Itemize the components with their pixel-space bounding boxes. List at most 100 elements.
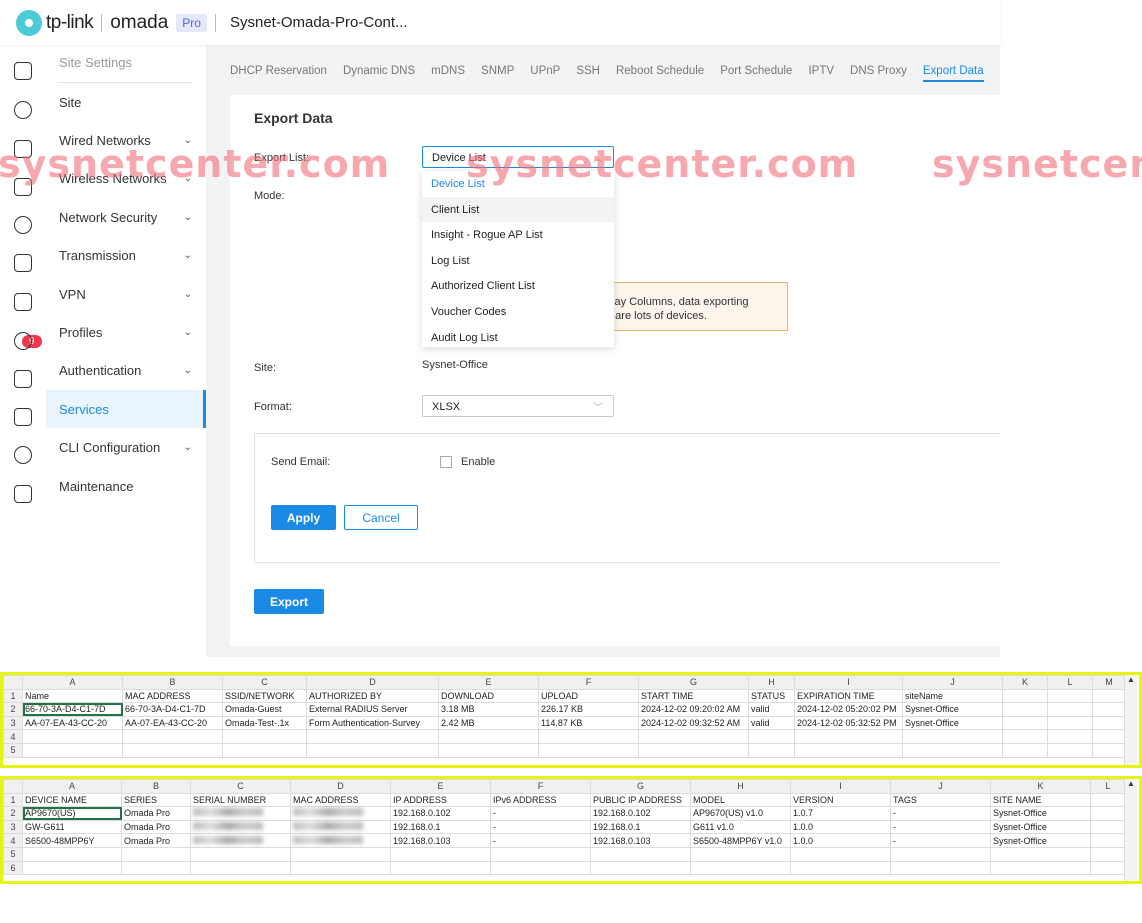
- cell[interactable]: [1090, 792, 1126, 808]
- tab[interactable]: mDNS: [431, 65, 465, 82]
- cell[interactable]: [690, 860, 791, 876]
- cell[interactable]: 114.87 KB: [538, 715, 639, 731]
- cell[interactable]: Sysnet-Office: [990, 833, 1091, 848]
- cell[interactable]: Omada Pro: [121, 833, 191, 848]
- cell[interactable]: [1090, 860, 1126, 876]
- devices-icon[interactable]: [14, 178, 32, 196]
- cell[interactable]: [1092, 688, 1126, 704]
- column-header[interactable]: A: [22, 675, 123, 690]
- statistics-icon[interactable]: [14, 101, 32, 119]
- tab[interactable]: UPnP: [530, 65, 560, 82]
- cell[interactable]: [1002, 729, 1048, 744]
- select-all-corner[interactable]: [3, 675, 23, 690]
- row-number[interactable]: 1: [3, 792, 23, 808]
- dropdown-option[interactable]: Log List: [422, 248, 614, 274]
- row-number[interactable]: 2: [3, 702, 23, 717]
- cell[interactable]: [748, 742, 795, 758]
- cell[interactable]: SERIES: [121, 792, 191, 808]
- cell[interactable]: 66-70-3A-D4-C1-7D: [22, 702, 123, 717]
- cell[interactable]: UPLOAD: [538, 688, 639, 704]
- export-button[interactable]: Export: [254, 589, 324, 614]
- cell[interactable]: [902, 729, 1003, 744]
- tab[interactable]: Export Data: [922, 65, 984, 82]
- cell[interactable]: [306, 729, 439, 744]
- cell[interactable]: 2024-12-02 05:20:02 PM: [794, 702, 903, 717]
- cell[interactable]: [1092, 715, 1126, 731]
- column-header[interactable]: C: [190, 779, 291, 794]
- column-header[interactable]: D: [290, 779, 391, 794]
- cell[interactable]: 226.17 KB: [538, 702, 639, 717]
- cell[interactable]: [794, 729, 903, 744]
- cell[interactable]: [390, 846, 491, 862]
- cell[interactable]: [121, 846, 191, 862]
- logs-icon[interactable]: [14, 293, 32, 311]
- cell[interactable]: 192.168.0.103: [590, 833, 691, 848]
- tab[interactable]: DHCP Reservation: [230, 65, 327, 82]
- cell[interactable]: [1090, 846, 1126, 862]
- reports-icon[interactable]: [14, 332, 32, 350]
- column-header[interactable]: D: [306, 675, 439, 690]
- cell[interactable]: [306, 742, 439, 758]
- cell[interactable]: 192.168.0.102: [390, 806, 491, 821]
- cell[interactable]: [538, 729, 639, 744]
- cell[interactable]: External RADIUS Server: [306, 702, 439, 717]
- cell[interactable]: -: [490, 833, 591, 848]
- cell[interactable]: Name: [22, 688, 123, 704]
- cell[interactable]: EXPIRATION TIME: [794, 688, 903, 704]
- tab[interactable]: SSH: [576, 65, 600, 82]
- dashboard-icon[interactable]: [14, 62, 32, 80]
- cell[interactable]: [990, 846, 1091, 862]
- column-header[interactable]: K: [990, 779, 1091, 794]
- row-number[interactable]: 4: [3, 729, 23, 744]
- cell[interactable]: [890, 860, 991, 876]
- column-header[interactable]: E: [390, 779, 491, 794]
- cell[interactable]: [1092, 742, 1126, 758]
- dropdown-option[interactable]: Client List: [422, 196, 614, 223]
- cell[interactable]: IP ADDRESS: [390, 792, 491, 808]
- analytics-icon[interactable]: [14, 485, 32, 503]
- cell[interactable]: valid: [748, 715, 795, 731]
- sidebar-item[interactable]: Site: [46, 83, 206, 121]
- cell[interactable]: AP9670(US) v1.0: [690, 806, 791, 821]
- vertical-scrollbar[interactable]: ▲: [1124, 675, 1137, 765]
- cell[interactable]: AA-07-EA-43-CC-20: [122, 715, 223, 731]
- tab[interactable]: DNS Proxy: [850, 65, 907, 82]
- sidebar-item[interactable]: Services: [46, 390, 206, 429]
- cell[interactable]: [222, 729, 307, 744]
- sidebar-item[interactable]: Wired Networks ⌄: [46, 121, 206, 159]
- redacted-cell[interactable]: [190, 806, 291, 821]
- cell[interactable]: [1002, 742, 1048, 758]
- column-header[interactable]: E: [438, 675, 539, 690]
- cell[interactable]: MAC ADDRESS: [122, 688, 223, 704]
- cell[interactable]: Sysnet-Office: [902, 715, 1003, 731]
- column-header[interactable]: G: [638, 675, 749, 690]
- row-number[interactable]: 5: [3, 846, 23, 862]
- cell[interactable]: 192.168.0.103: [390, 833, 491, 848]
- cell[interactable]: Omada-Guest: [222, 702, 307, 717]
- column-header[interactable]: F: [490, 779, 591, 794]
- cell[interactable]: MAC ADDRESS: [290, 792, 391, 808]
- cell[interactable]: [1090, 833, 1126, 848]
- cell[interactable]: -: [890, 833, 991, 848]
- cell[interactable]: [1090, 806, 1126, 821]
- tab[interactable]: Dynamic DNS: [343, 65, 415, 82]
- cell[interactable]: [794, 742, 903, 758]
- cell[interactable]: [538, 742, 639, 758]
- cell[interactable]: [22, 729, 123, 744]
- row-number[interactable]: 6: [3, 860, 23, 876]
- cell[interactable]: [390, 860, 491, 876]
- redacted-cell[interactable]: [290, 806, 391, 821]
- row-number[interactable]: 3: [3, 819, 23, 835]
- cell[interactable]: [990, 860, 1091, 876]
- cell[interactable]: 2024-12-02 05:32:52 PM: [794, 715, 903, 731]
- cell[interactable]: [590, 846, 691, 862]
- column-header[interactable]: L: [1047, 675, 1093, 690]
- row-number[interactable]: 5: [3, 742, 23, 758]
- cell[interactable]: DOWNLOAD: [438, 688, 539, 704]
- column-header[interactable]: H: [748, 675, 795, 690]
- cell[interactable]: [748, 729, 795, 744]
- sidebar-item[interactable]: Profiles ⌄: [46, 313, 206, 351]
- sidebar-item[interactable]: Transmission ⌄: [46, 237, 206, 275]
- cell[interactable]: STATUS: [748, 688, 795, 704]
- cell[interactable]: AUTHORIZED BY: [306, 688, 439, 704]
